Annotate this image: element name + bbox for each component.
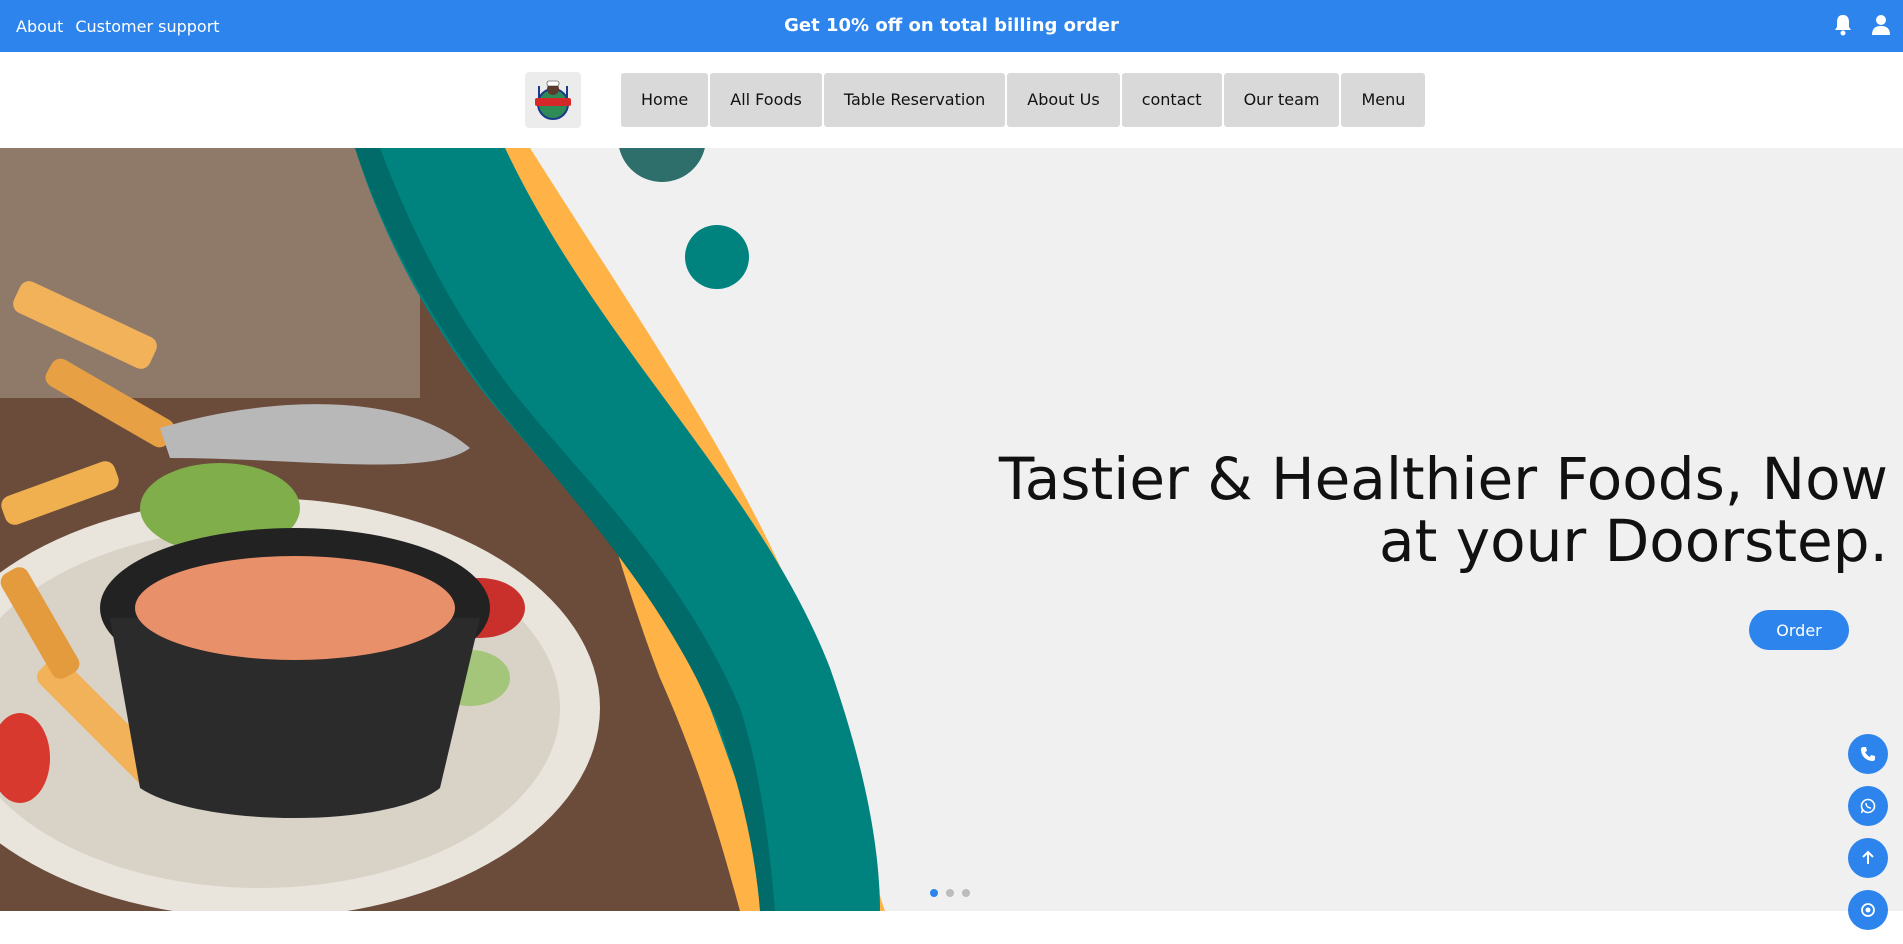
about-link[interactable]: About: [16, 17, 63, 36]
chat-button[interactable]: [1848, 890, 1888, 930]
floating-actions: [1848, 734, 1888, 930]
nav-all-foods[interactable]: All Foods: [710, 73, 822, 127]
promo-text: Get 10% off on total billing order: [784, 15, 1119, 36]
slider-dot-2[interactable]: [946, 889, 954, 897]
nav-about-us[interactable]: About Us: [1007, 73, 1120, 127]
scroll-top-button[interactable]: [1848, 838, 1888, 878]
whatsapp-button[interactable]: [1848, 786, 1888, 826]
customer-support-link[interactable]: Customer support: [75, 17, 219, 36]
bell-icon[interactable]: [1833, 14, 1853, 36]
phone-icon: [1861, 747, 1875, 761]
arrow-up-icon: [1862, 850, 1874, 864]
slider-dot-1[interactable]: [930, 889, 938, 897]
main-navbar: Home All Foods Table Reservation About U…: [0, 52, 1903, 148]
hero-slider: Tastier & Healthier Foods, Now at your D…: [0, 148, 1903, 911]
nav-home[interactable]: Home: [621, 73, 709, 127]
nav-menu: Home All Foods Table Reservation About U…: [621, 73, 1426, 127]
hero-headline: Tastier & Healthier Foods, Now at your D…: [908, 448, 1888, 572]
whatsapp-icon: [1860, 798, 1876, 814]
logo-emblem-icon: [535, 80, 571, 120]
slider-dots: [930, 889, 970, 897]
order-button[interactable]: Order: [1749, 610, 1849, 650]
top-promo-bar: About Customer support Get 10% off on to…: [0, 0, 1903, 52]
phone-button[interactable]: [1848, 734, 1888, 774]
nav-table-reservation[interactable]: Table Reservation: [823, 73, 1006, 127]
restaurant-logo[interactable]: [525, 72, 581, 128]
user-icon[interactable]: [1871, 14, 1891, 36]
hero-headline-line1: Tastier & Healthier Foods, Now: [998, 445, 1888, 513]
top-links: About Customer support: [16, 0, 220, 52]
hero-food-image: [0, 148, 885, 911]
nav-menu-item[interactable]: Menu: [1341, 73, 1426, 127]
nav-contact[interactable]: contact: [1121, 73, 1222, 127]
slider-dot-3[interactable]: [962, 889, 970, 897]
chat-icon: [1861, 903, 1875, 917]
hero-headline-line2: at your Doorstep.: [1379, 507, 1888, 575]
top-icons: [1833, 14, 1891, 36]
nav-our-team[interactable]: Our team: [1223, 73, 1340, 127]
